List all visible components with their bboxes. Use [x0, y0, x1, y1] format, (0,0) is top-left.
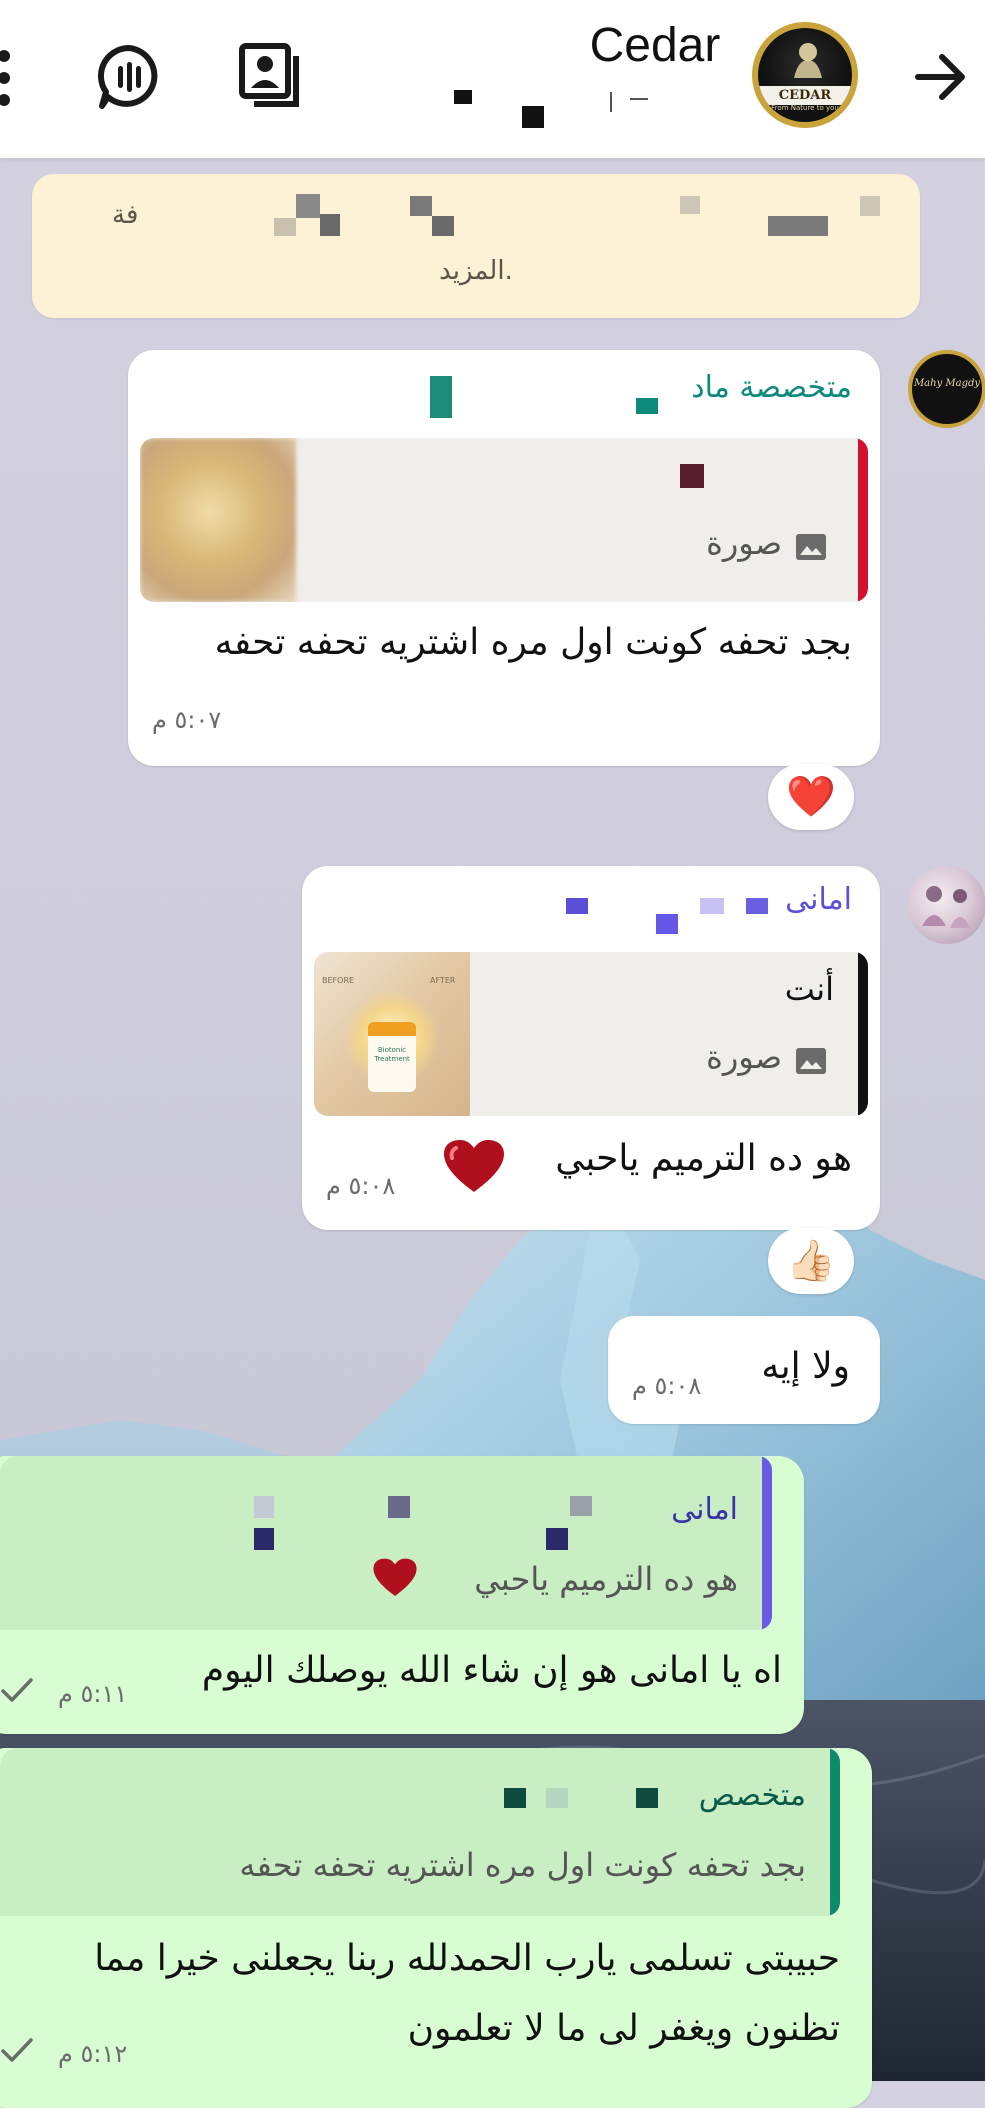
- system-notice-fragment: فة: [112, 200, 139, 230]
- avatar-figures-icon: [922, 886, 970, 928]
- message-bubble[interactable]: ولا إيه ٥:٠٨ م: [608, 1316, 880, 1424]
- cedar-logo-tagline: From Nature to you: [771, 104, 839, 112]
- woman-silhouette-icon: [794, 43, 822, 78]
- message-text: حبيبتى تسلمى يارب الحمدلله ربنا يجعلنى خ…: [94, 1938, 840, 1979]
- quoted-type-label: صورة: [706, 1038, 782, 1076]
- message-text: اه يا امانى هو إن شاء الله يوصلك اليوم: [201, 1650, 782, 1691]
- sender-name[interactable]: متخصصة ماد: [691, 370, 852, 405]
- red-heart-icon: [373, 1558, 417, 1596]
- quoted-message[interactable]: BEFORE AFTER Biotonic Treatment أنت صورة: [314, 952, 868, 1116]
- system-notice: فة المزيد.: [32, 174, 920, 318]
- quoted-message[interactable]: امانى هو ده الترميم ياحبي: [0, 1456, 772, 1630]
- cedar-logo-text: CEDAR: [758, 86, 852, 105]
- contact-avatar[interactable]: CEDAR From Nature to you: [752, 22, 858, 128]
- message-bubble-outgoing[interactable]: امانى هو ده الترميم ياحبي اه يا امانى هو…: [0, 1456, 804, 1734]
- voice-chat-icon[interactable]: [94, 42, 164, 112]
- arrow-right-icon[interactable]: [912, 48, 970, 106]
- message-text: بجد تحفه كونت اول مره اشتريه تحفه تحفه: [214, 622, 852, 663]
- quoted-image-thumbnail: [140, 438, 296, 602]
- sent-check-icon: [1, 1678, 33, 1702]
- message-time: ٥:٠٨ م: [326, 1172, 396, 1200]
- quoted-author: أنت: [784, 970, 834, 1008]
- quoted-author: متخصص: [698, 1778, 806, 1813]
- quoted-message[interactable]: متخصص بجد تحفه كونت اول مره اشتريه تحفه …: [0, 1748, 840, 1916]
- quoted-message[interactable]: صورة: [140, 438, 868, 602]
- quote-bar: [762, 1456, 772, 1630]
- message-time: ٥:٠٧ م: [152, 706, 222, 734]
- product-after-label: AFTER: [430, 976, 456, 985]
- quoted-type-label: صورة: [706, 524, 782, 562]
- message-time: ٥:١٢ م: [58, 2040, 128, 2068]
- quoted-product-image: BEFORE AFTER Biotonic Treatment: [314, 952, 470, 1116]
- message-bubble-outgoing[interactable]: متخصص بجد تحفه كونت اول مره اشتريه تحفه …: [0, 1748, 872, 2108]
- sender-name[interactable]: امانى: [785, 882, 852, 917]
- sender-avatar[interactable]: [908, 866, 985, 944]
- chat-header: Cedar CEDAR From Nature to you: [0, 0, 985, 158]
- product-name-label: Biotonic Treatment: [374, 1046, 410, 1063]
- image-icon: [796, 1048, 826, 1074]
- sender-avatar[interactable]: Mahy Magdy: [908, 350, 985, 428]
- quoted-author: امانى: [671, 1492, 738, 1527]
- message-bubble[interactable]: امانى BEFORE AFTER Biotonic Treatment أن…: [302, 866, 880, 1230]
- quoted-text: هو ده الترميم ياحبي: [474, 1560, 738, 1598]
- system-notice-text: المزيد.: [439, 256, 513, 286]
- quote-bar: [858, 438, 868, 602]
- chat-title[interactable]: Cedar: [555, 18, 755, 73]
- sent-check-icon: [1, 2038, 33, 2062]
- product-before-label: BEFORE: [322, 976, 355, 985]
- reaction-thumbs-up[interactable]: 👍🏻: [768, 1228, 854, 1294]
- message-time: ٥:٠٨ م: [632, 1372, 702, 1400]
- quoted-text: بجد تحفه كونت اول مره اشتريه تحفه تحفه: [239, 1846, 806, 1884]
- contact-card-icon[interactable]: [238, 42, 304, 108]
- sender-avatar-label: Mahy Magdy: [913, 378, 981, 389]
- image-icon: [796, 534, 826, 560]
- message-text: ولا إيه: [761, 1346, 850, 1387]
- red-heart-icon: [444, 1140, 504, 1192]
- more-vertical-icon[interactable]: [0, 48, 14, 108]
- chat-subtitle-redacted: [440, 84, 760, 128]
- message-bubble[interactable]: متخصصة ماد صورة بجد تحفه كونت اول مره اش…: [128, 350, 880, 766]
- quote-bar: [830, 1748, 840, 1916]
- quote-bar: [858, 952, 868, 1116]
- reaction-heart[interactable]: ❤️: [768, 764, 854, 830]
- message-text: هو ده الترميم ياحبي: [555, 1138, 852, 1179]
- message-text: تظنون ويغفر لى ما لا تعلمون: [407, 2008, 840, 2049]
- message-time: ٥:١١ م: [58, 1680, 128, 1708]
